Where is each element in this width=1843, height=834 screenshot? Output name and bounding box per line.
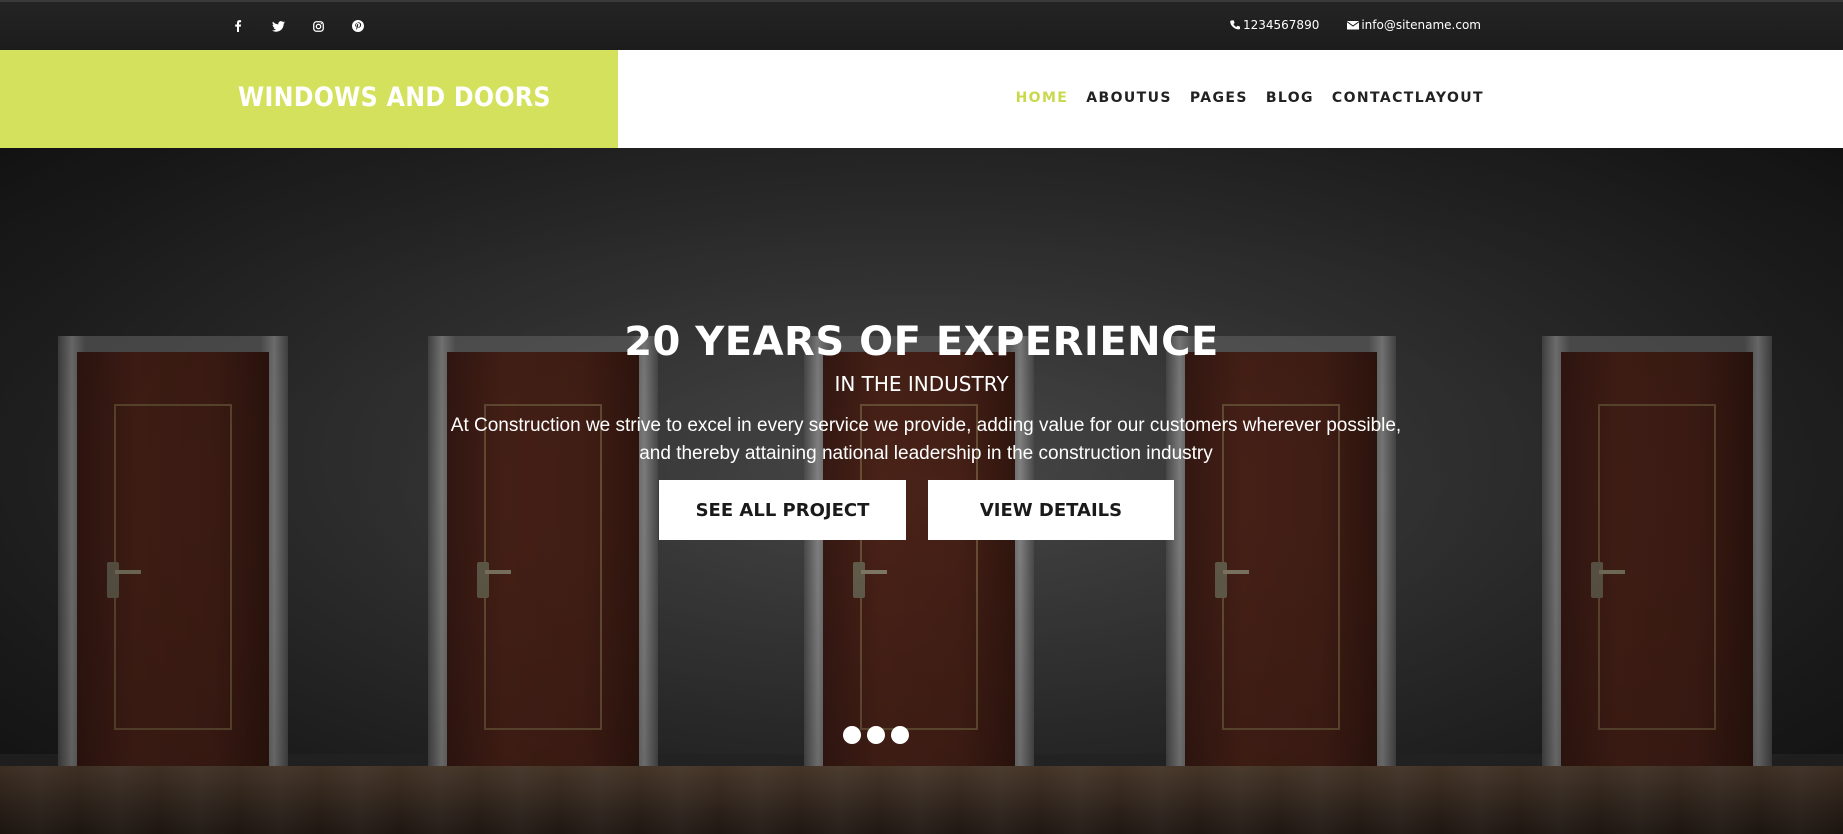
site-header: WINDOWS AND DOORS HOME ABOUTUS PAGES BLO… bbox=[0, 50, 1843, 148]
nav-contactlayout[interactable]: CONTACTLAYOUT bbox=[1332, 90, 1484, 106]
email-contact[interactable]: info@sitename.com bbox=[1347, 18, 1481, 32]
pinterest-icon[interactable] bbox=[348, 16, 368, 36]
hero-description: At Construction we strive to excel in ev… bbox=[446, 412, 1406, 468]
phone-icon bbox=[1230, 20, 1240, 30]
main-nav: HOME ABOUTUS PAGES BLOG CONTACTLAYOUT bbox=[1016, 90, 1484, 106]
slider-dot[interactable] bbox=[843, 726, 861, 744]
hero-description-line: At Construction we strive to excel in ev… bbox=[450, 415, 1402, 436]
top-bar: 1234567890 info@sitename.com bbox=[0, 0, 1843, 50]
instagram-icon[interactable] bbox=[308, 16, 328, 36]
slider-dot[interactable] bbox=[867, 726, 885, 744]
hero-subtitle: IN THE INDUSTRY bbox=[834, 372, 1009, 396]
contact-info: 1234567890 info@sitename.com bbox=[1229, 18, 1481, 32]
envelope-icon bbox=[1347, 21, 1360, 30]
hero-description-line: and thereby attaining national leadershi… bbox=[639, 443, 1213, 464]
site-logo: WINDOWS AND DOORS bbox=[238, 82, 551, 113]
nav-blog[interactable]: BLOG bbox=[1266, 90, 1314, 106]
phone-number: 1234567890 bbox=[1242, 18, 1320, 32]
slider-dot[interactable] bbox=[891, 726, 909, 744]
phone-contact[interactable]: 1234567890 bbox=[1229, 18, 1319, 32]
see-all-project-button[interactable]: SEE ALL PROJECT bbox=[659, 480, 906, 540]
slider-pagination bbox=[843, 726, 909, 744]
twitter-icon[interactable] bbox=[268, 16, 288, 36]
email-address: info@sitename.com bbox=[1361, 18, 1481, 32]
nav-pages[interactable]: PAGES bbox=[1190, 90, 1248, 106]
hero-title: 20 YEARS OF EXPERIENCE bbox=[624, 319, 1219, 365]
view-details-button[interactable]: VIEW DETAILS bbox=[928, 480, 1174, 540]
logo-block[interactable]: WINDOWS AND DOORS bbox=[0, 50, 618, 148]
nav-home[interactable]: HOME bbox=[1016, 90, 1069, 106]
social-links bbox=[228, 16, 368, 36]
hero-slider: 20 YEARS OF EXPERIENCE IN THE INDUSTRY A… bbox=[0, 148, 1843, 834]
facebook-icon[interactable] bbox=[228, 16, 248, 36]
nav-aboutus[interactable]: ABOUTUS bbox=[1086, 90, 1172, 106]
